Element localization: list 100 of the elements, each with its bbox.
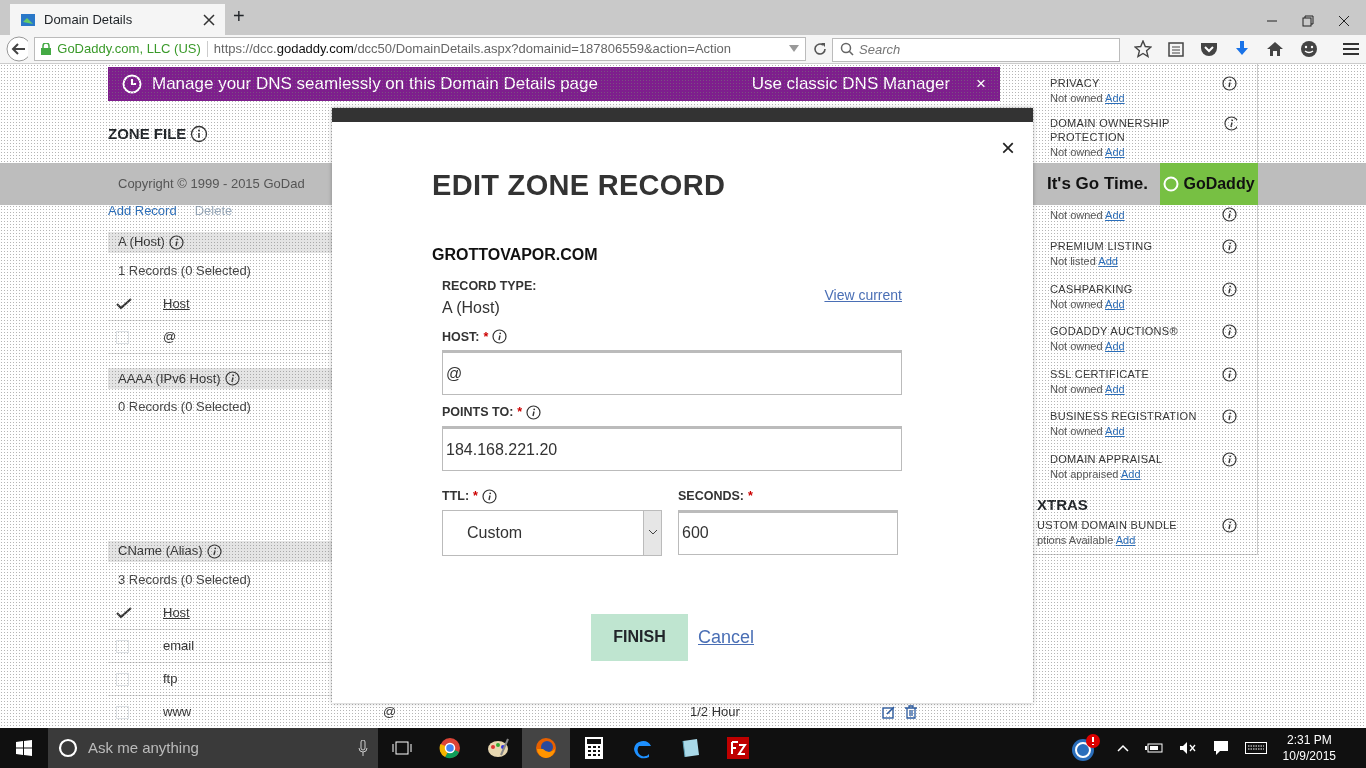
product-title: PRIVACY xyxy=(1050,76,1101,90)
clock-time: 2:31 PM xyxy=(1285,732,1333,748)
help-alert-icon[interactable] xyxy=(1070,733,1101,763)
add-link[interactable]: Add xyxy=(1105,297,1125,310)
browser-tab[interactable]: Domain Details xyxy=(10,4,225,35)
add-link[interactable]: Add xyxy=(1098,255,1118,267)
ttl-select[interactable]: Custom xyxy=(442,509,662,556)
close-icon[interactable] xyxy=(203,13,215,26)
close-button[interactable]: × xyxy=(976,71,986,97)
product-status: Not owned xyxy=(1050,297,1103,310)
column-header[interactable]: Host xyxy=(163,296,190,312)
info-icon[interactable] xyxy=(224,371,240,386)
product-title: PREMIUM LISTING xyxy=(1050,239,1153,253)
reload-icon[interactable] xyxy=(812,41,826,57)
home-icon[interactable] xyxy=(1266,41,1284,57)
product-status: Not owned xyxy=(1050,92,1103,104)
add-link[interactable]: Add xyxy=(1115,534,1136,546)
help-icon[interactable] xyxy=(1222,207,1237,222)
section-title: AAAA (IPv6 Host) xyxy=(118,369,221,388)
help-icon[interactable] xyxy=(1222,451,1237,467)
close-icon[interactable] xyxy=(1338,15,1350,27)
required-mark: * xyxy=(748,488,753,506)
ttl-cell: 1/2 Hour xyxy=(690,704,740,720)
host-field[interactable]: @ xyxy=(442,350,902,396)
add-link[interactable]: Add xyxy=(1105,340,1125,352)
add-record-link[interactable]: Add Record xyxy=(108,203,177,218)
clock-date: 10/9/2015 xyxy=(1282,748,1336,764)
add-link[interactable]: Add xyxy=(1105,92,1125,104)
product-status: Not appraised xyxy=(1050,467,1119,480)
taskbar-search-field[interactable]: Ask me anything xyxy=(48,728,378,768)
pocket-icon[interactable] xyxy=(1200,41,1218,57)
help-icon[interactable] xyxy=(1222,409,1237,424)
checkbox[interactable] xyxy=(116,639,129,653)
check-icon[interactable] xyxy=(116,607,132,619)
product-status: Not owned xyxy=(1050,340,1103,352)
reading-list-icon[interactable] xyxy=(1168,41,1184,57)
product-status: Not listed xyxy=(1050,255,1096,267)
add-link[interactable]: Add xyxy=(1120,467,1141,480)
help-icon[interactable] xyxy=(1222,281,1237,297)
star-icon[interactable] xyxy=(1134,40,1152,58)
smiley-icon[interactable] xyxy=(1300,40,1318,58)
keyboard-icon[interactable] xyxy=(1244,742,1267,754)
required-mark: * xyxy=(483,328,489,346)
godaddy-logo[interactable]: GoDaddy xyxy=(1160,163,1258,205)
domain-name: GROTTOVAPOR.COM xyxy=(432,244,599,265)
muted-speaker-icon[interactable] xyxy=(1178,741,1197,755)
points-to-field[interactable]: 184.168.221.20 xyxy=(442,426,902,472)
delete-icon[interactable] xyxy=(904,705,918,719)
back-icon[interactable] xyxy=(6,36,29,62)
address-bar[interactable]: GoDaddy.com, LLC (US) https://dcc.godaddy.com/dcc50/DomainDetails.aspx?domainid=187806559&action=Action xyxy=(34,37,807,61)
search-field[interactable]: Search xyxy=(832,37,1120,62)
add-link[interactable]: Add xyxy=(1105,146,1125,158)
view-current-link[interactable]: View current xyxy=(824,284,902,320)
dropdown-icon[interactable] xyxy=(789,45,800,53)
cancel-link[interactable]: Cancel xyxy=(698,623,755,651)
edit-icon[interactable] xyxy=(882,705,896,719)
checkbox[interactable] xyxy=(116,330,129,344)
help-icon[interactable] xyxy=(1222,366,1237,382)
checkbox[interactable] xyxy=(116,672,129,686)
help-icon[interactable] xyxy=(1223,116,1237,131)
check-icon[interactable] xyxy=(116,298,132,310)
seconds-field[interactable]: 600 xyxy=(678,509,898,555)
new-tab-button[interactable]: + xyxy=(233,1,245,31)
field-label: SECONDS: xyxy=(678,488,744,506)
help-icon[interactable] xyxy=(190,125,209,144)
close-button[interactable]: × xyxy=(1001,136,1015,160)
extras-heading: XTRAS xyxy=(1036,495,1089,515)
column-header[interactable]: Host xyxy=(163,605,190,621)
classic-dns-link[interactable]: Use classic DNS Manager xyxy=(751,71,951,97)
help-icon[interactable] xyxy=(1222,76,1237,91)
firefox-icon[interactable] xyxy=(522,728,570,768)
checkbox[interactable] xyxy=(116,705,129,719)
info-icon[interactable] xyxy=(206,543,222,559)
product-title: USTOM DOMAIN BUNDLE xyxy=(1037,518,1177,532)
battery-icon[interactable] xyxy=(1144,742,1163,754)
caret-icon xyxy=(648,530,657,536)
host-cell: @ xyxy=(163,329,177,345)
required-mark: * xyxy=(517,404,523,422)
menu-icon[interactable] xyxy=(1342,41,1360,57)
restore-icon[interactable] xyxy=(1302,15,1314,27)
add-link[interactable]: Add xyxy=(1105,425,1125,437)
section-title: A (Host) xyxy=(118,233,165,252)
host-cell: ftp xyxy=(163,671,178,687)
notification-icon[interactable] xyxy=(1212,740,1229,756)
info-icon[interactable] xyxy=(526,405,542,421)
help-icon[interactable] xyxy=(1222,324,1237,339)
product-title: DOMAIN OWNERSHIP PROTECTION xyxy=(1050,116,1171,144)
add-link[interactable]: Add xyxy=(1105,382,1125,395)
caret-up-icon[interactable] xyxy=(1116,744,1129,752)
info-icon[interactable] xyxy=(481,488,497,504)
product-title: GODADDY AUCTIONS® xyxy=(1050,324,1178,338)
dialog-title: EDIT ZONE RECORD xyxy=(432,168,727,203)
help-icon[interactable] xyxy=(1222,239,1237,254)
product-title: BUSINESS REGISTRATION xyxy=(1050,409,1197,423)
microphone-icon[interactable] xyxy=(358,740,368,756)
record-count: 1 Records (0 Selected) xyxy=(118,262,251,278)
info-icon[interactable] xyxy=(492,329,508,345)
help-icon[interactable] xyxy=(1222,518,1237,533)
info-icon[interactable] xyxy=(168,234,184,250)
add-link[interactable]: Add xyxy=(1105,209,1125,221)
